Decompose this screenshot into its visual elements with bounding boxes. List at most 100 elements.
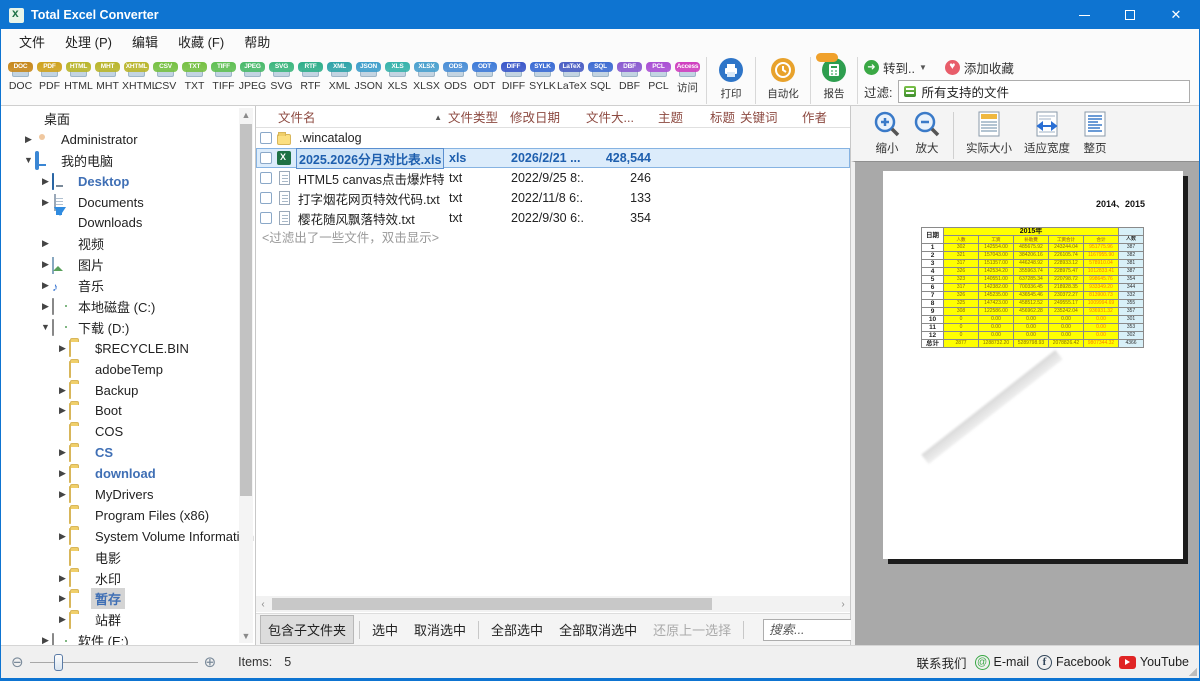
chevron-right-icon[interactable]: ▶: [56, 385, 69, 396]
chevron-right-icon[interactable]: ▶: [56, 447, 69, 458]
preview-整页-button[interactable]: 整页: [1076, 110, 1114, 156]
scroll-right-icon[interactable]: ›: [836, 599, 850, 610]
goto-button[interactable]: ➜ 转到.. ▼: [864, 58, 927, 77]
action-button-选中[interactable]: 选中: [365, 616, 405, 643]
status-link-联系我们[interactable]: 联系我们: [917, 653, 967, 672]
file-row[interactable]: 樱花随风飘落特效.txttxt2022/9/30 6:...354: [256, 208, 850, 228]
chevron-right-icon[interactable]: ▶: [56, 573, 69, 584]
tree-item-本地磁盘 (C:)[interactable]: ▶本地磁盘 (C:): [1, 296, 239, 317]
convert-to-XLSX-button[interactable]: XLSXXLSX: [412, 56, 441, 95]
tree-item-电影[interactable]: 电影: [1, 547, 239, 568]
menu-item-编辑[interactable]: 编辑: [122, 29, 168, 54]
preview-放大-button[interactable]: 放大: [907, 110, 947, 156]
convert-to-RTF-button[interactable]: RTFRTF: [296, 56, 325, 95]
filter-dropdown[interactable]: 所有支持的文件: [898, 80, 1190, 103]
preview-适应宽度-button[interactable]: 适应宽度: [1018, 110, 1076, 156]
checkbox[interactable]: [260, 152, 272, 164]
action-button-全部取消选中[interactable]: 全部取消选中: [552, 616, 644, 643]
chevron-right-icon[interactable]: ▶: [56, 343, 69, 354]
convert-to-JPEG-button[interactable]: JPEGJPEG: [238, 56, 267, 95]
convert-to-XHTML-button[interactable]: XHTMLXHTML: [122, 56, 151, 95]
tree-item-CS[interactable]: ▶CS: [1, 442, 239, 463]
action-button-全部选中[interactable]: 全部选中: [484, 616, 550, 643]
chevron-right-icon[interactable]: ▶: [22, 134, 35, 145]
status-link-YouTube[interactable]: YouTube: [1119, 655, 1189, 669]
chevron-right-icon[interactable]: ▶: [56, 405, 69, 416]
tree-item-下载 (D:)[interactable]: ▼下载 (D:): [1, 317, 239, 338]
tree-item-COS[interactable]: COS: [1, 421, 239, 442]
tree-item-download[interactable]: ▶download: [1, 463, 239, 484]
tree-item-Documents[interactable]: ▶Documents: [1, 192, 239, 213]
chevron-down-icon[interactable]: ▼: [39, 322, 52, 332]
tree-item-水印[interactable]: ▶水印: [1, 568, 239, 589]
convert-to-TIFF-button[interactable]: TIFFTIFF: [209, 56, 238, 95]
convert-to-XML-button[interactable]: XMLXML: [325, 56, 354, 95]
column-header-文件名[interactable]: 文件名▲: [256, 107, 444, 126]
hscrollbar-thumb[interactable]: [272, 598, 712, 610]
tree-item-图片[interactable]: ▶图片: [1, 254, 239, 275]
menu-item-帮助[interactable]: 帮助: [234, 29, 280, 54]
action-button-取消选中[interactable]: 取消选中: [407, 616, 473, 643]
tree-item-暂存[interactable]: ▶暂存: [1, 588, 239, 609]
action-button-包含子文件夹[interactable]: 包含子文件夹: [260, 615, 354, 644]
tree-item-视频[interactable]: ▶视频: [1, 233, 239, 254]
convert-to-访问-button[interactable]: Access访问: [673, 56, 702, 95]
convert-to-DBF-button[interactable]: DBFDBF: [615, 56, 644, 95]
menu-item-文件[interactable]: 文件: [9, 29, 55, 54]
report-button[interactable]: 报告: [815, 56, 853, 101]
chevron-right-icon[interactable]: ▶: [39, 197, 52, 208]
scroll-left-icon[interactable]: ‹: [256, 599, 270, 610]
scroll-down-icon[interactable]: ▼: [239, 629, 253, 643]
scroll-up-icon[interactable]: ▲: [239, 108, 253, 122]
tree-item-adobeTemp[interactable]: adobeTemp: [1, 359, 239, 380]
tree-item-$RECYCLE.BIN[interactable]: ▶$RECYCLE.BIN: [1, 338, 239, 359]
convert-to-ODT-button[interactable]: ODTODT: [470, 56, 499, 95]
tree-item-Backup[interactable]: ▶Backup: [1, 380, 239, 401]
add-favorite-button[interactable]: ♥ 添加收藏: [945, 58, 1014, 77]
menu-item-收藏 (F)[interactable]: 收藏 (F): [168, 29, 234, 54]
chevron-right-icon[interactable]: ▶: [56, 468, 69, 479]
convert-to-LaTeX-button[interactable]: LaTeXLaTeX: [557, 56, 586, 95]
tree-item-音乐[interactable]: ▶音乐: [1, 275, 239, 296]
convert-to-SVG-button[interactable]: SVGSVG: [267, 56, 296, 95]
convert-to-DIFF-button[interactable]: DIFFDIFF: [499, 56, 528, 95]
tree-item-软件 (E:)[interactable]: ▶软件 (E:): [1, 630, 239, 645]
tree-scrollbar[interactable]: ▲ ▼: [239, 108, 253, 643]
maximize-button[interactable]: [1107, 1, 1153, 29]
print-button[interactable]: 打印: [711, 56, 751, 101]
tree-item-桌面[interactable]: 桌面: [1, 108, 239, 129]
checkbox[interactable]: [260, 132, 272, 144]
column-header-主题[interactable]: 主题: [654, 107, 706, 126]
tree-item-MyDrivers[interactable]: ▶MyDrivers: [1, 484, 239, 505]
chevron-right-icon[interactable]: ▶: [56, 614, 69, 625]
convert-to-PDF-button[interactable]: PDFPDF: [35, 56, 64, 95]
column-header-修改日期[interactable]: 修改日期: [506, 107, 582, 126]
column-header-文件大...[interactable]: 文件大...: [582, 107, 654, 126]
chevron-right-icon[interactable]: ▶: [56, 489, 69, 500]
tree-item-Program Files (x86)[interactable]: Program Files (x86): [1, 505, 239, 526]
convert-to-PCL-button[interactable]: PCLPCL: [644, 56, 673, 95]
tree-item-Desktop[interactable]: ▶Desktop: [1, 171, 239, 192]
chevron-right-icon[interactable]: ▶: [56, 593, 69, 604]
convert-to-HTML-button[interactable]: HTMLHTML: [64, 56, 93, 95]
chevron-right-icon[interactable]: ▶: [39, 238, 52, 249]
minimize-button[interactable]: [1061, 1, 1107, 29]
status-link-Facebook[interactable]: fFacebook: [1037, 655, 1111, 670]
file-row[interactable]: 2025.2026分月对比表.xlsxls2026/2/21 ...428,54…: [256, 148, 850, 168]
menu-item-处理 (P)[interactable]: 处理 (P): [55, 29, 122, 54]
chevron-right-icon[interactable]: ▶: [39, 635, 52, 645]
tree-item-Downloads[interactable]: Downloads: [1, 212, 239, 233]
file-row[interactable]: 打字烟花网页特效代码.txttxt2022/11/8 6:...133: [256, 188, 850, 208]
convert-to-DOC-button[interactable]: DOCDOC: [6, 56, 35, 95]
chevron-right-icon[interactable]: ▶: [39, 259, 52, 270]
chevron-right-icon[interactable]: ▶: [39, 301, 52, 312]
preview-实际大小-button[interactable]: 实际大小: [960, 110, 1018, 156]
close-button[interactable]: ✕: [1153, 1, 1199, 29]
convert-to-XLS-button[interactable]: XLSXLS: [383, 56, 412, 95]
tree-item-站群[interactable]: ▶站群: [1, 609, 239, 630]
checkbox[interactable]: [260, 172, 272, 184]
chevron-right-icon[interactable]: ▶: [39, 176, 52, 187]
column-header-关键词[interactable]: 关键词: [736, 107, 798, 126]
checkbox[interactable]: [260, 212, 272, 224]
zoom-slider-track[interactable]: [30, 662, 198, 663]
